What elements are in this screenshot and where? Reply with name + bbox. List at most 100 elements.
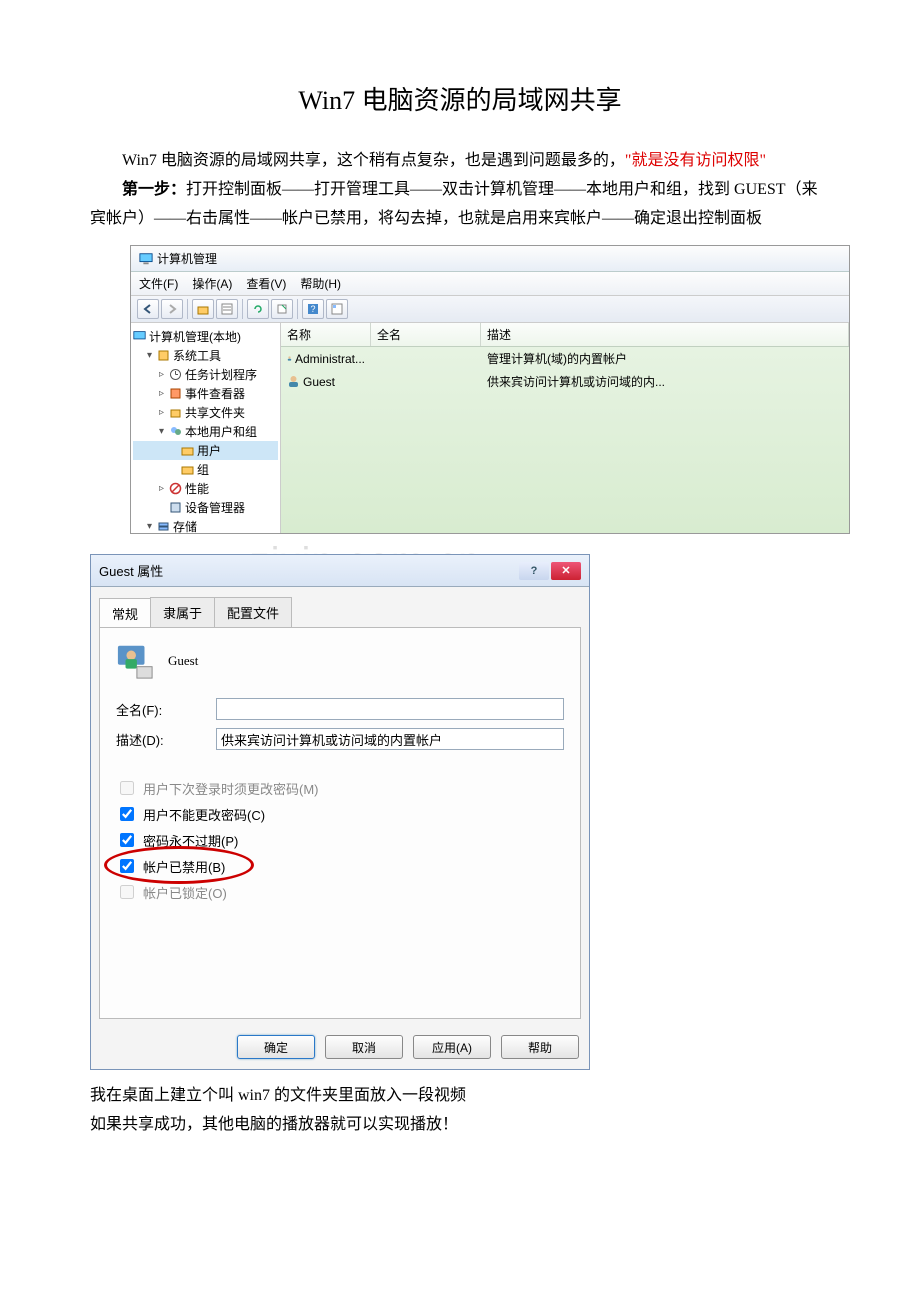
checkbox-1[interactable]: [120, 807, 134, 821]
dialog-titlebar: Guest 属性 ? ✕: [91, 555, 589, 587]
mgmt-menubar: 文件(F) 操作(A) 查看(V) 帮助(H): [131, 272, 849, 296]
dialog-title: Guest 属性: [99, 561, 163, 580]
device-icon: [169, 501, 182, 514]
list-rows: Administrat... 管理计算机(域)的内置帐户 Guest供来宾访问计算机…: [281, 347, 849, 393]
view-icon: [331, 303, 343, 315]
intro-paragraph: Win7 电脑资源的局域网共享，这个稍有点复杂，也是遇到问题最多的，"就是没有访…: [90, 147, 830, 176]
svg-text:?: ?: [310, 304, 315, 314]
caret-icon: ▾: [157, 426, 166, 437]
tree-node-6[interactable]: 组: [133, 460, 278, 479]
mgmt-tree[interactable]: 计算机管理(本地) ▾系统工具 ▹ 任务计划程序 ▹ 事件查看器▹共享文件夹 ▾ 本地用户和…: [131, 323, 281, 533]
back-button[interactable]: [137, 299, 159, 319]
check-label: 用户下次登录时须更改密码(M): [143, 779, 319, 798]
intro-red: "就是没有访问权限": [625, 152, 766, 169]
tree-node-3[interactable]: ▹共享文件夹: [133, 403, 278, 422]
fullname-row: 全名(F):: [116, 698, 564, 720]
tree-node-8[interactable]: 设备管理器: [133, 498, 278, 517]
user-row-1[interactable]: Guest供来宾访问计算机或访问域的内...: [281, 370, 849, 393]
cell-name: Administrat...: [281, 349, 371, 368]
help-dialog-button[interactable]: 帮助: [501, 1035, 579, 1059]
tree-node-7[interactable]: ▹性能: [133, 479, 278, 498]
wrench-icon: [157, 349, 170, 362]
list-header: 名称 全名 描述: [281, 323, 849, 347]
menu-action[interactable]: 操作(A): [192, 275, 232, 292]
apply-button[interactable]: 应用(A): [413, 1035, 491, 1059]
desc-label: 描述(D):: [116, 730, 216, 749]
tree-label: 存储: [173, 518, 197, 533]
tree-node-2[interactable]: ▹ 事件查看器: [133, 384, 278, 403]
cell-fullname: [371, 372, 481, 391]
export-button[interactable]: [271, 299, 293, 319]
perf-icon: [169, 482, 182, 495]
share-icon: [169, 406, 182, 419]
tree-node-5[interactable]: 用户: [133, 441, 278, 460]
menu-file[interactable]: 文件(F): [139, 275, 178, 292]
export-icon: [276, 303, 288, 315]
fullname-input[interactable]: [216, 698, 564, 720]
cell-desc: 管理计算机(域)的内置帐户: [481, 349, 849, 368]
checkbox-3[interactable]: [120, 859, 134, 873]
checkbox-row-3[interactable]: 帐户已禁用(B): [116, 856, 564, 876]
checkbox-0: [120, 781, 134, 795]
mgmt-toolbar: ?: [131, 296, 849, 323]
col-fullname[interactable]: 全名: [371, 323, 481, 346]
post-line1: 我在桌面上建立个叫 win7 的文件夹里面放入一段视频: [90, 1082, 830, 1111]
tree-label: 事件查看器: [185, 385, 245, 402]
dialog-button-row: 确定 取消 应用(A) 帮助: [91, 1027, 589, 1069]
menu-view[interactable]: 查看(V): [246, 275, 286, 292]
tree-node-0[interactable]: ▾系统工具: [133, 346, 278, 365]
user-icon: [287, 352, 292, 365]
tree-node-1[interactable]: ▹ 任务计划程序: [133, 365, 278, 384]
caret-icon: [157, 502, 166, 513]
help-window-button[interactable]: ?: [519, 562, 549, 580]
check-label: 用户不能更改密码(C): [143, 805, 265, 824]
checkbox-row-1[interactable]: 用户不能更改密码(C): [116, 804, 564, 824]
ok-button[interactable]: 确定: [237, 1035, 315, 1059]
col-name[interactable]: 名称: [281, 323, 371, 346]
mgmt-titlebar: 计算机管理: [131, 246, 849, 272]
up-button[interactable]: [192, 299, 214, 319]
user-row-0[interactable]: Administrat... 管理计算机(域)的内置帐户: [281, 347, 849, 370]
clock-icon: [169, 368, 182, 381]
refresh-button[interactable]: [247, 299, 269, 319]
tab-memberof[interactable]: 隶属于: [150, 597, 215, 627]
tab-profile[interactable]: 配置文件: [214, 597, 292, 627]
tree-label: 性能: [185, 480, 209, 497]
view-button[interactable]: [326, 299, 348, 319]
tree-node-4[interactable]: ▾ 本地用户和组: [133, 422, 278, 441]
page-title: Win7 电脑资源的局域网共享: [90, 80, 830, 117]
help-icon: ?: [307, 303, 319, 315]
checkbox-2[interactable]: [120, 833, 134, 847]
tree-root[interactable]: 计算机管理(本地): [133, 327, 278, 346]
user-name: Guest: [168, 653, 198, 669]
tab-general[interactable]: 常规: [99, 598, 151, 628]
help-button[interactable]: ?: [302, 299, 324, 319]
step1-label: 第一步：: [122, 181, 186, 198]
caret-icon: ▹: [157, 369, 166, 380]
tree-root-label: 计算机管理(本地): [149, 328, 241, 345]
menu-help[interactable]: 帮助(H): [300, 275, 341, 292]
mgmt-list: 名称 全名 描述 Administrat... 管理计算机(域)的内置帐户 Gues…: [281, 323, 849, 533]
caret-icon: ▾: [145, 350, 154, 361]
caret-icon: ▾: [145, 521, 154, 532]
tree-label: 组: [197, 461, 209, 478]
cancel-button[interactable]: 取消: [325, 1035, 403, 1059]
mgmt-body: 计算机管理(本地) ▾系统工具 ▹ 任务计划程序 ▹ 事件查看器▹共享文件夹 ▾ 本地用户和…: [131, 323, 849, 533]
checkbox-4: [120, 885, 134, 899]
refresh-icon: [252, 303, 264, 315]
tree-label: 本地用户和组: [185, 423, 257, 440]
forward-button[interactable]: [161, 299, 183, 319]
post-line2: 如果共享成功，其他电脑的播放器就可以实现播放！: [90, 1111, 830, 1140]
properties-button[interactable]: [216, 299, 238, 319]
caret-icon: ▹: [157, 388, 166, 399]
tree-node-9[interactable]: ▾ 存储: [133, 517, 278, 533]
window-buttons: ? ✕: [519, 562, 581, 580]
col-desc[interactable]: 描述: [481, 323, 849, 346]
computer-management-window: 计算机管理 文件(F) 操作(A) 查看(V) 帮助(H) ? 计算机管理(本地…: [130, 245, 850, 534]
close-window-button[interactable]: ✕: [551, 562, 581, 580]
toolbar-sep: [187, 299, 188, 319]
step1-body: 打开控制面板——打开管理工具——双击计算机管理——本地用户和组，找到 GUEST…: [90, 181, 818, 227]
checkbox-row-2[interactable]: 密码永不过期(P): [116, 830, 564, 850]
tree-label: 任务计划程序: [185, 366, 257, 383]
desc-input[interactable]: [216, 728, 564, 750]
